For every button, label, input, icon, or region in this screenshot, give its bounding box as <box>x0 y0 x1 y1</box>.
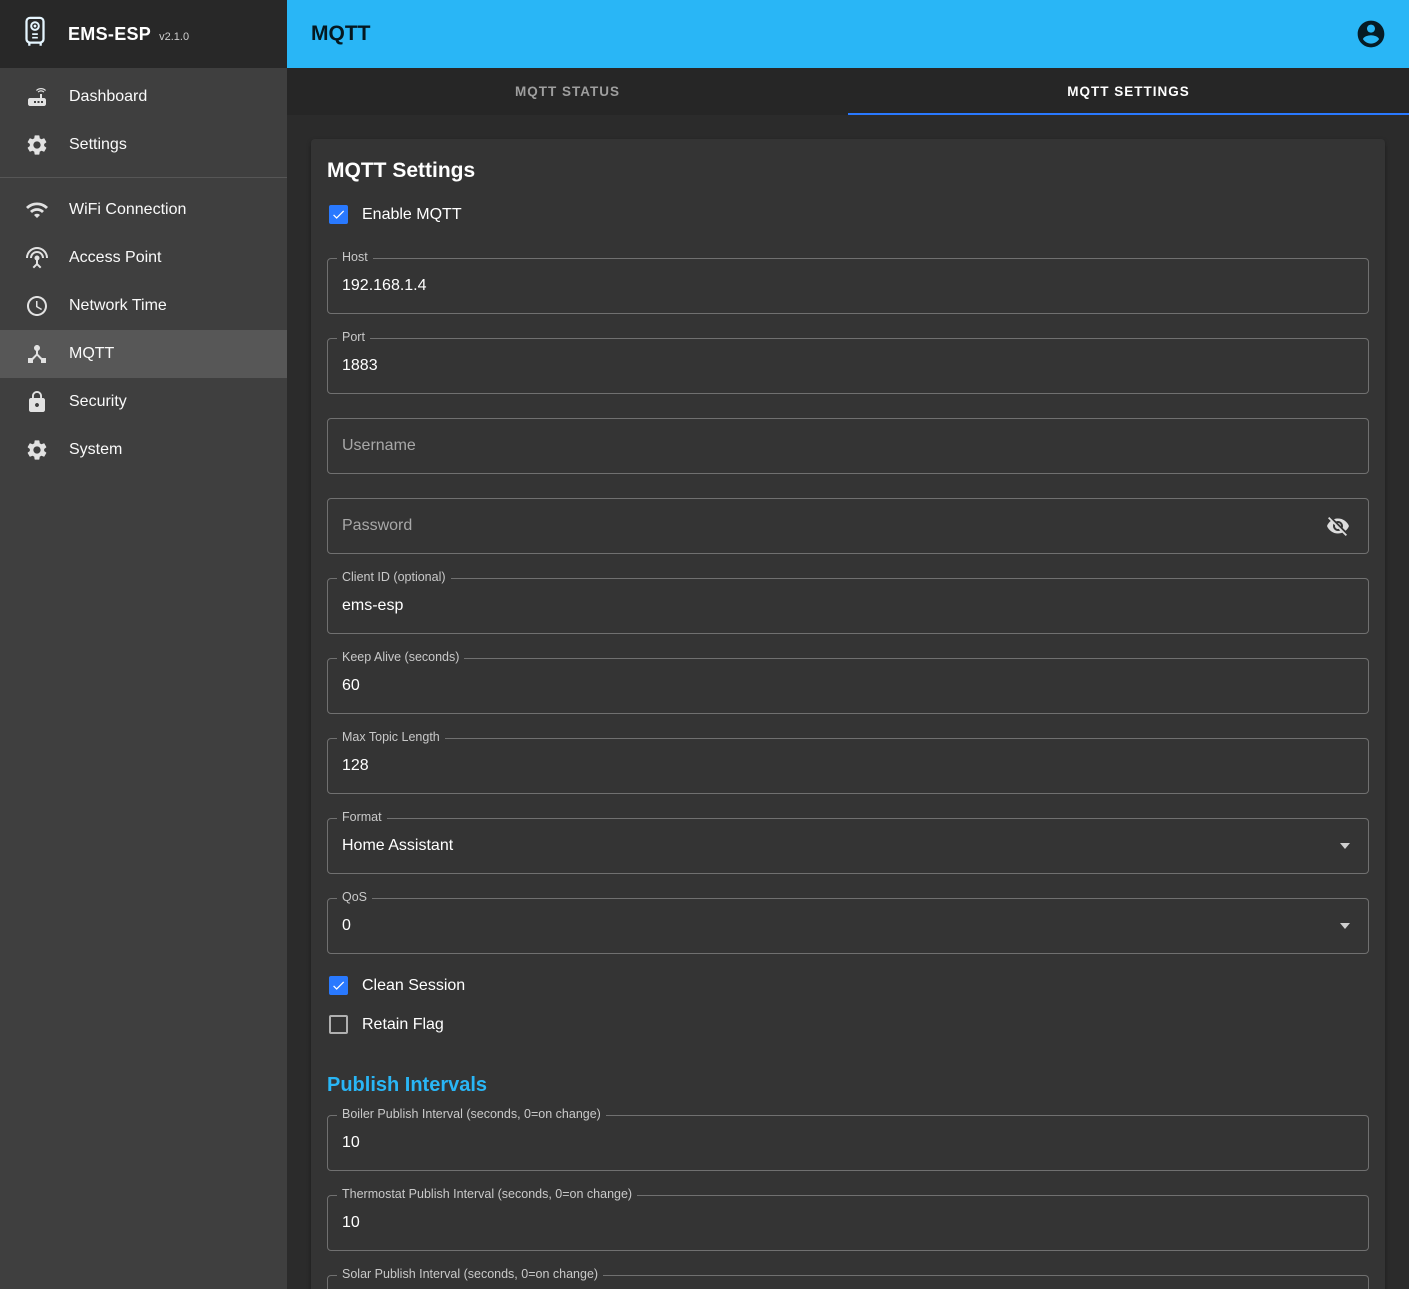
port-input[interactable] <box>342 357 1354 375</box>
checkbox-label: Clean Session <box>362 977 465 995</box>
page-title: MQTT <box>311 22 370 46</box>
password-input[interactable] <box>342 517 1322 535</box>
field-label: Host <box>337 250 373 264</box>
enable-mqtt-checkbox[interactable]: Enable MQTT <box>327 195 464 234</box>
content-area: MQTT Settings Enable MQTT Host Port <box>287 115 1409 1289</box>
clock-icon <box>25 294 49 318</box>
field-label: Max Topic Length <box>337 730 445 744</box>
client-id-input[interactable] <box>342 597 1354 615</box>
lock-icon <box>25 390 49 414</box>
gear-icon <box>25 133 49 157</box>
sidebar-item-wifi-connection[interactable]: WiFi Connection <box>0 186 287 234</box>
sidebar-header: EMS-ESP v2.1.0 <box>0 0 287 68</box>
ems-esp-logo-icon <box>18 15 52 54</box>
publish-intervals-title: Publish Intervals <box>327 1074 1369 1097</box>
checkbox-icon <box>329 205 348 224</box>
antenna-icon <box>25 246 49 270</box>
tab-bar: MQTT STATUS MQTT SETTINGS <box>287 68 1409 115</box>
sidebar-item-label: MQTT <box>69 345 114 363</box>
main-area: MQTT MQTT STATUS MQTT SETTINGS MQTT Sett… <box>287 0 1409 1289</box>
username-field <box>327 418 1369 474</box>
brand-version: v2.1.0 <box>159 31 189 43</box>
sidebar-divider <box>0 177 287 178</box>
checkbox-icon <box>329 976 348 995</box>
qos-field: QoS 0 <box>327 898 1369 954</box>
tab-label: MQTT STATUS <box>515 84 620 99</box>
tab-label: MQTT SETTINGS <box>1067 84 1190 99</box>
sidebar-item-label: Access Point <box>69 249 161 267</box>
sidebar-item-security[interactable]: Security <box>0 378 287 426</box>
client-id-field: Client ID (optional) <box>327 578 1369 634</box>
field-label: Client ID (optional) <box>337 570 451 584</box>
mqtt-settings-card: MQTT Settings Enable MQTT Host Port <box>311 139 1385 1289</box>
chevron-down-icon <box>1340 923 1350 929</box>
sidebar-item-system[interactable]: System <box>0 426 287 474</box>
sidebar-item-label: Network Time <box>69 297 167 315</box>
gear-icon <box>25 438 49 462</box>
max-topic-length-input[interactable] <box>342 757 1354 775</box>
sidebar-item-label: Settings <box>69 136 127 154</box>
field-label: Keep Alive (seconds) <box>337 650 464 664</box>
max-topic-length-field: Max Topic Length <box>327 738 1369 794</box>
checkbox-icon <box>329 1015 348 1034</box>
host-input[interactable] <box>342 277 1354 295</box>
visibility-off-icon[interactable] <box>1322 510 1354 542</box>
sidebar-item-network-time[interactable]: Network Time <box>0 282 287 330</box>
field-label: Format <box>337 810 387 824</box>
tab-mqtt-settings[interactable]: MQTT SETTINGS <box>848 68 1409 115</box>
sidebar: EMS-ESP v2.1.0 Dashboard Settings <box>0 0 287 1289</box>
sidebar-item-access-point[interactable]: Access Point <box>0 234 287 282</box>
sidebar-nav: Dashboard Settings WiFi Connection Acc <box>0 68 287 479</box>
sidebar-item-label: Security <box>69 393 127 411</box>
field-label: Boiler Publish Interval (seconds, 0=on c… <box>337 1107 606 1121</box>
password-field <box>327 498 1369 554</box>
solar-publish-interval-field: Solar Publish Interval (seconds, 0=on ch… <box>327 1275 1369 1289</box>
select-value: Home Assistant <box>342 837 453 855</box>
retain-flag-checkbox[interactable]: Retain Flag <box>327 1005 446 1044</box>
host-field: Host <box>327 258 1369 314</box>
thermostat-publish-interval-input[interactable] <box>342 1214 1354 1232</box>
format-select[interactable]: Home Assistant <box>327 818 1369 874</box>
checkbox-label: Enable MQTT <box>362 206 462 224</box>
sidebar-item-mqtt[interactable]: MQTT <box>0 330 287 378</box>
account-circle-icon[interactable] <box>1355 18 1387 50</box>
format-field: Format Home Assistant <box>327 818 1369 874</box>
thermostat-publish-interval-field: Thermostat Publish Interval (seconds, 0=… <box>327 1195 1369 1251</box>
field-label: Solar Publish Interval (seconds, 0=on ch… <box>337 1267 603 1281</box>
chevron-down-icon <box>1340 843 1350 849</box>
boiler-publish-interval-field: Boiler Publish Interval (seconds, 0=on c… <box>327 1115 1369 1171</box>
card-title: MQTT Settings <box>327 159 1369 183</box>
field-label: Port <box>337 330 370 344</box>
field-label: QoS <box>337 890 372 904</box>
router-icon <box>25 85 49 109</box>
field-label: Thermostat Publish Interval (seconds, 0=… <box>337 1187 637 1201</box>
device-hub-icon <box>25 342 49 366</box>
sidebar-item-label: System <box>69 441 122 459</box>
keep-alive-input[interactable] <box>342 677 1354 695</box>
clean-session-checkbox[interactable]: Clean Session <box>327 966 467 1005</box>
appbar: MQTT <box>287 0 1409 68</box>
boiler-publish-interval-input[interactable] <box>342 1134 1354 1152</box>
app-window: EMS-ESP v2.1.0 Dashboard Settings <box>0 0 1409 1289</box>
brand-title: EMS-ESP <box>68 24 151 45</box>
sidebar-item-dashboard[interactable]: Dashboard <box>0 73 287 121</box>
checkbox-label: Retain Flag <box>362 1016 444 1034</box>
sidebar-item-settings[interactable]: Settings <box>0 121 287 169</box>
sidebar-item-label: WiFi Connection <box>69 201 186 219</box>
username-input[interactable] <box>342 437 1354 455</box>
wifi-icon <box>25 198 49 222</box>
keep-alive-field: Keep Alive (seconds) <box>327 658 1369 714</box>
tab-mqtt-status[interactable]: MQTT STATUS <box>287 68 848 115</box>
select-value: 0 <box>342 917 351 935</box>
port-field: Port <box>327 338 1369 394</box>
sidebar-item-label: Dashboard <box>69 88 147 106</box>
qos-select[interactable]: 0 <box>327 898 1369 954</box>
